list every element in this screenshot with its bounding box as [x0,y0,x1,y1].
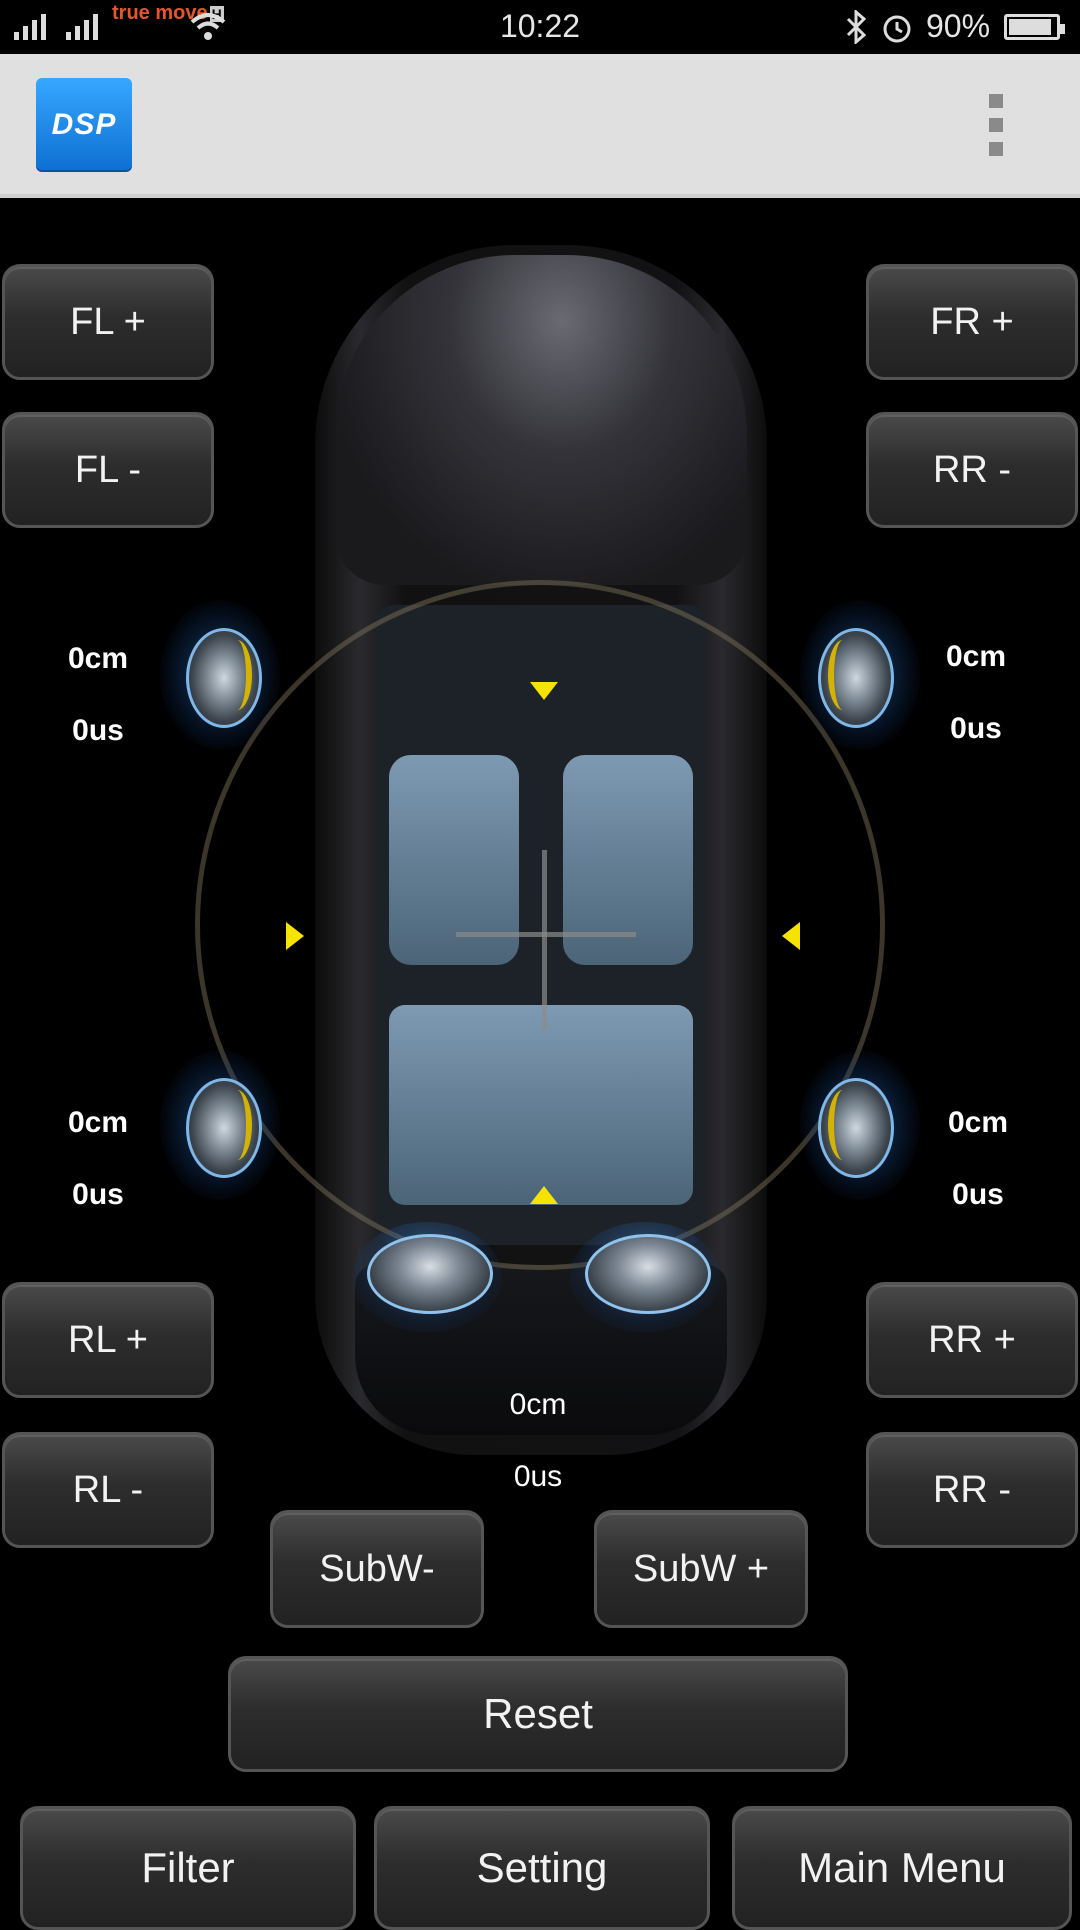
alarm-icon [883,15,911,43]
clock: 10:22 [499,8,581,44]
subwoofer-right-icon [570,1222,720,1332]
front-right-distance: 0cm [945,640,1007,673]
arrow-up-icon [530,1186,558,1204]
subwoofer-time: 0us [513,1460,563,1493]
subw-minus-button[interactable]: SubW- [270,1510,484,1628]
fr-minus-button[interactable]: RR - [866,412,1078,528]
speaker-rear-right-icon [800,1050,920,1200]
subwoofer-distance: 0cm [509,1388,567,1421]
rear-right-time: 0us [952,1178,1004,1211]
app-bar: DSP [0,54,1080,198]
front-right-time: 0us [950,712,1002,745]
front-left-distance: 0cm [67,642,129,675]
bluetooth-icon [846,10,867,44]
filter-button[interactable]: Filter [20,1806,356,1930]
fr-plus-button[interactable]: FR + [866,264,1078,380]
arrow-down-icon [530,682,558,700]
front-left-time: 0us [72,714,124,747]
rl-plus-button[interactable]: RL + [2,1282,214,1398]
battery-icon [1004,14,1065,40]
arrow-right-icon [286,922,304,950]
rear-left-time: 0us [72,1178,124,1211]
rl-minus-button[interactable]: RL - [2,1432,214,1548]
reset-button[interactable]: Reset [228,1656,848,1772]
battery-percent: 90% [926,8,991,44]
status-bar: true move H 10:22 90% [0,0,1080,54]
car-hood [335,255,747,585]
rear-left-distance: 0cm [67,1106,129,1139]
speaker-rear-left-icon [160,1050,280,1200]
arrow-left-icon [782,922,800,950]
crosshair-vertical [542,850,547,1030]
subwoofer-left-icon [352,1222,502,1332]
fl-minus-button[interactable]: FL - [2,412,214,528]
setting-button[interactable]: Setting [374,1806,710,1930]
subw-plus-button[interactable]: SubW + [594,1510,808,1628]
main-menu-button[interactable]: Main Menu [732,1806,1072,1930]
rr-minus-button[interactable]: RR - [866,1432,1078,1548]
speaker-front-right-icon [800,600,920,750]
rear-right-distance: 0cm [947,1106,1009,1139]
fl-plus-button[interactable]: FL + [2,264,214,380]
overflow-menu-icon[interactable] [986,94,1006,160]
app-logo[interactable]: DSP [36,78,132,172]
rr-plus-button[interactable]: RR + [866,1282,1078,1398]
speaker-front-left-icon [160,600,280,750]
